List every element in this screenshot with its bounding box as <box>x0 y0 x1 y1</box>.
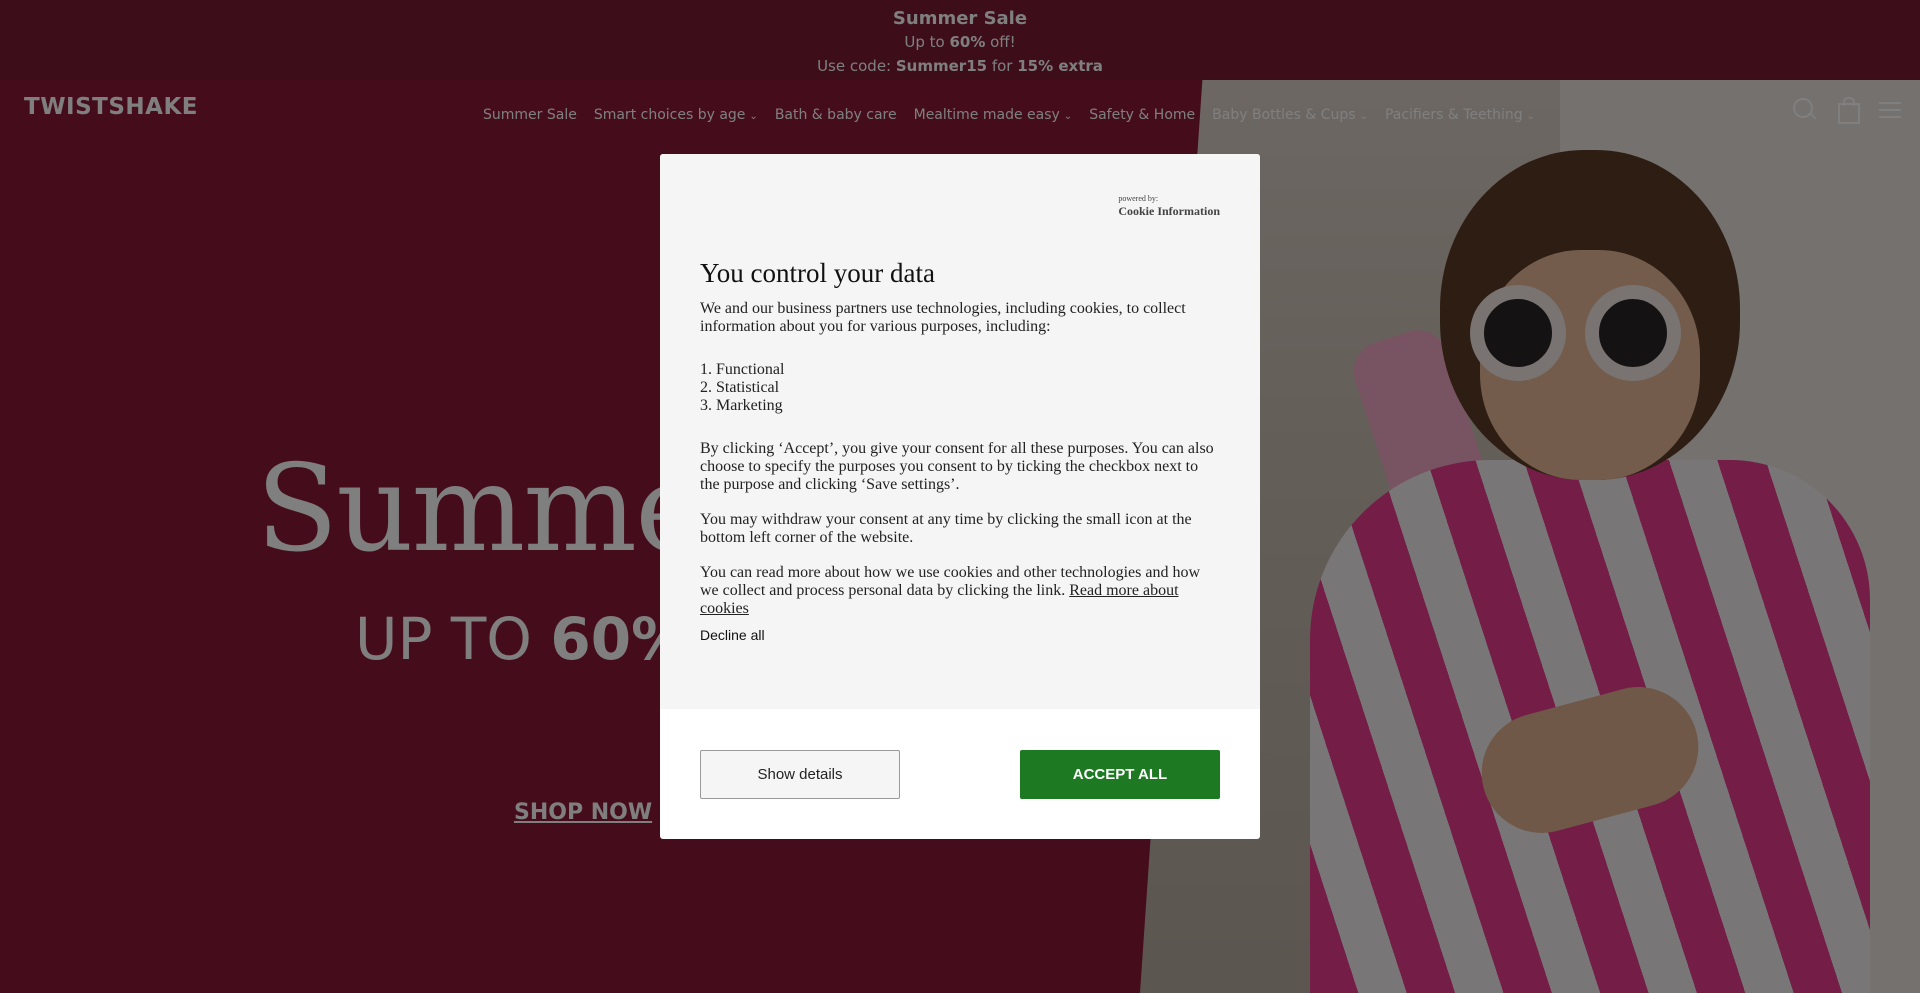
dialog-body: We and our business partners use technol… <box>700 300 1220 644</box>
purpose-marketing: 3. Marketing <box>700 397 783 414</box>
purpose-list: 1. Functional 2. Statistical 3. Marketin… <box>700 361 1220 415</box>
cookie-information-logo: Cookie Information <box>1118 204 1220 218</box>
withdraw-text: You may withdraw your consent at any tim… <box>700 511 1192 546</box>
purpose-functional: 1. Functional <box>700 361 785 378</box>
cookie-consent-dialog: powered by: Cookie Information You contr… <box>660 154 1260 839</box>
show-details-button[interactable]: Show details <box>700 750 900 799</box>
purpose-statistical: 2. Statistical <box>700 379 780 396</box>
consent-text: By clicking ‘Accept’, you give your cons… <box>700 440 1214 493</box>
powered-by: powered by: Cookie Information <box>1118 194 1220 218</box>
read-more-text: You can read more about how we use cooki… <box>700 564 1201 617</box>
decline-all-link[interactable]: Decline all <box>700 626 1220 644</box>
intro-text: We and our business partners use technol… <box>700 300 1186 335</box>
accept-all-button[interactable]: ACCEPT ALL <box>1020 750 1220 799</box>
dialog-content: powered by: Cookie Information You contr… <box>660 154 1260 709</box>
dialog-heading: You control your data <box>700 258 935 288</box>
